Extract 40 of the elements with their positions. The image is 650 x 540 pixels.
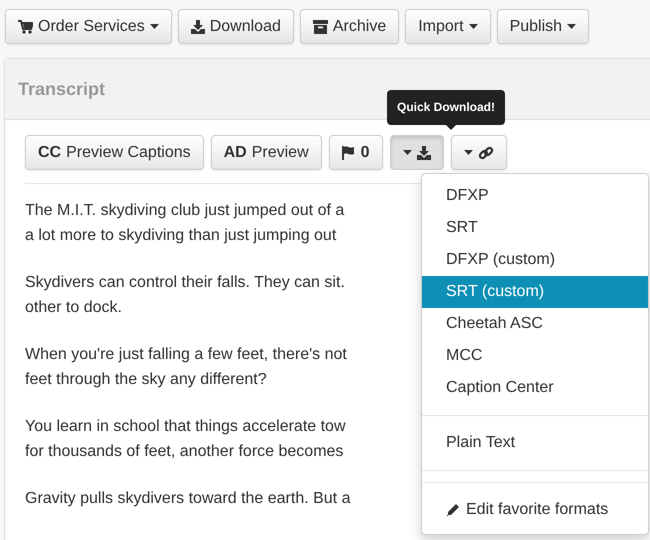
menu-item[interactable]: SRT (custom) [422, 276, 648, 308]
download-icon [416, 146, 431, 160]
transcript-text: Gravity pulls skydivers toward the earth. But a [25, 489, 350, 509]
transcript-text: When you're just falling a few feet, there's not [25, 345, 347, 365]
toolbar-button[interactable]: CC Preview Captions [25, 135, 204, 170]
transcript-text: The M.I.T. skydiving club just jumped out of a [25, 201, 344, 221]
menu-item[interactable]: Cheetah ASC [422, 308, 648, 340]
caret-icon [464, 150, 473, 155]
toolbar-button[interactable]: AD Preview [210, 135, 322, 170]
toolbar-button[interactable]: Archive [300, 9, 400, 44]
pencil-icon [446, 503, 460, 517]
transcript-text: a lot more to skydiving than just jumping out [25, 226, 336, 246]
menu-item[interactable]: Edit favorite formats [422, 494, 648, 526]
archive-icon [312, 20, 328, 34]
menu-item[interactable]: DFXP (custom) [422, 244, 648, 276]
tooltip-arrow-icon [445, 124, 457, 130]
download-icon [190, 20, 205, 34]
caret-icon [402, 150, 412, 155]
transcript-text: other to dock. [25, 298, 122, 318]
menu-item[interactable]: SRT [422, 212, 648, 244]
menu-item[interactable]: Plain Text [422, 427, 648, 459]
panel-title: Transcript [18, 78, 106, 100]
menu-item[interactable]: Caption Center [422, 372, 648, 404]
transcript-text: You learn in school that things accelerate tow [25, 417, 346, 437]
menu-item[interactable]: DFXP [422, 180, 648, 212]
toolbar-button[interactable]: 0 [328, 135, 383, 170]
cart-icon [18, 20, 33, 34]
transcript-text: Skydivers can control their falls. They can sit. [25, 273, 345, 293]
tooltip: Quick Download! [387, 90, 506, 125]
link-icon [478, 144, 494, 160]
transcript-text: for thousands of feet, another force becomes [25, 442, 344, 462]
toolbar-button[interactable] [450, 135, 507, 170]
toolbar-button[interactable] [390, 135, 444, 170]
toolbar-button[interactable]: Download [178, 9, 294, 44]
toolbar-button[interactable]: Publish [496, 9, 590, 44]
menu-item[interactable]: MCC [422, 340, 648, 372]
flag-icon [342, 146, 356, 160]
transcript-text: feet through the sky any different? [25, 370, 267, 390]
toolbar-button[interactable]: Order Services [5, 9, 172, 44]
toolbar-button[interactable]: Import [405, 9, 491, 44]
